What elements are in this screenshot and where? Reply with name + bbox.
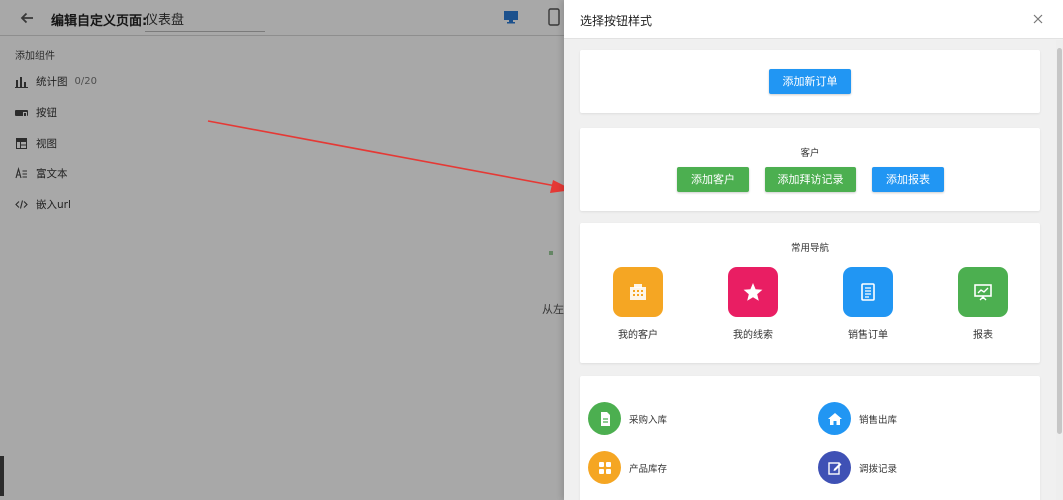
- home-icon: [818, 402, 851, 435]
- style-card-button-group[interactable]: 客户 添加客户 添加拜访记录 添加报表: [580, 128, 1040, 211]
- drawer-scrollbar[interactable]: [1056, 40, 1063, 500]
- scrollbar-thumb[interactable]: [1057, 48, 1062, 434]
- style-card-navigation-tiles[interactable]: 常用导航 我的客户 我的线索 销售订单 报表: [580, 223, 1040, 363]
- file-icon: [588, 402, 621, 435]
- list-item-sales-outbound[interactable]: 销售出库: [818, 402, 1018, 436]
- list-item-product-inventory[interactable]: 产品库存: [588, 451, 788, 485]
- list-item-transfer-records[interactable]: 调拨记录: [818, 451, 1018, 485]
- nav-item-label: 报表: [973, 330, 993, 341]
- add-visit-record-button[interactable]: 添加拜访记录: [765, 167, 856, 192]
- list-item-label: 采购入库: [629, 415, 668, 426]
- star-icon: [728, 267, 778, 317]
- nav-item-label: 我的线索: [733, 330, 773, 341]
- add-report-button[interactable]: 添加报表: [872, 167, 944, 192]
- drawer-body: 添加新订单 客户 添加客户 添加拜访记录 添加报表 常用导航 我的客户 我的线索: [564, 40, 1056, 500]
- annotation-arrow-icon: [207, 120, 564, 193]
- drawer-header: 选择按钮样式: [564, 0, 1063, 39]
- add-new-order-button[interactable]: 添加新订单: [769, 69, 851, 94]
- nav-item-reports[interactable]: 报表: [938, 267, 1028, 347]
- presentation-chart-icon: [958, 267, 1008, 317]
- nav-item-my-leads[interactable]: 我的线索: [708, 267, 798, 347]
- button-style-drawer: 选择按钮样式 添加新订单 客户 添加客户 添加拜访记录 添加报表 常用导航 我的…: [564, 0, 1063, 500]
- drawer-title: 选择按钮样式: [580, 14, 653, 28]
- list-item-label: 调拨记录: [859, 464, 898, 475]
- card-title: 客户: [800, 148, 820, 159]
- nav-item-my-customers[interactable]: 我的客户: [593, 267, 683, 347]
- card-title: 常用导航: [790, 243, 829, 254]
- edit-icon: [818, 451, 851, 484]
- grid-icon: [588, 451, 621, 484]
- close-icon[interactable]: [1030, 11, 1046, 27]
- style-card-single-button[interactable]: 添加新订单: [580, 50, 1040, 113]
- add-customer-button[interactable]: 添加客户: [677, 167, 749, 192]
- list-item-label: 销售出库: [859, 415, 898, 426]
- style-card-icon-list[interactable]: 采购入库 销售出库 产品库存 调拨记录: [580, 376, 1040, 500]
- nav-item-label: 我的客户: [618, 330, 658, 341]
- nav-item-sales-orders[interactable]: 销售订单: [823, 267, 913, 347]
- list-item-purchase-inbound[interactable]: 采购入库: [588, 402, 788, 436]
- building-icon: [613, 267, 663, 317]
- list-item-label: 产品库存: [629, 464, 668, 475]
- nav-item-label: 销售订单: [848, 330, 888, 341]
- document-icon: [843, 267, 893, 317]
